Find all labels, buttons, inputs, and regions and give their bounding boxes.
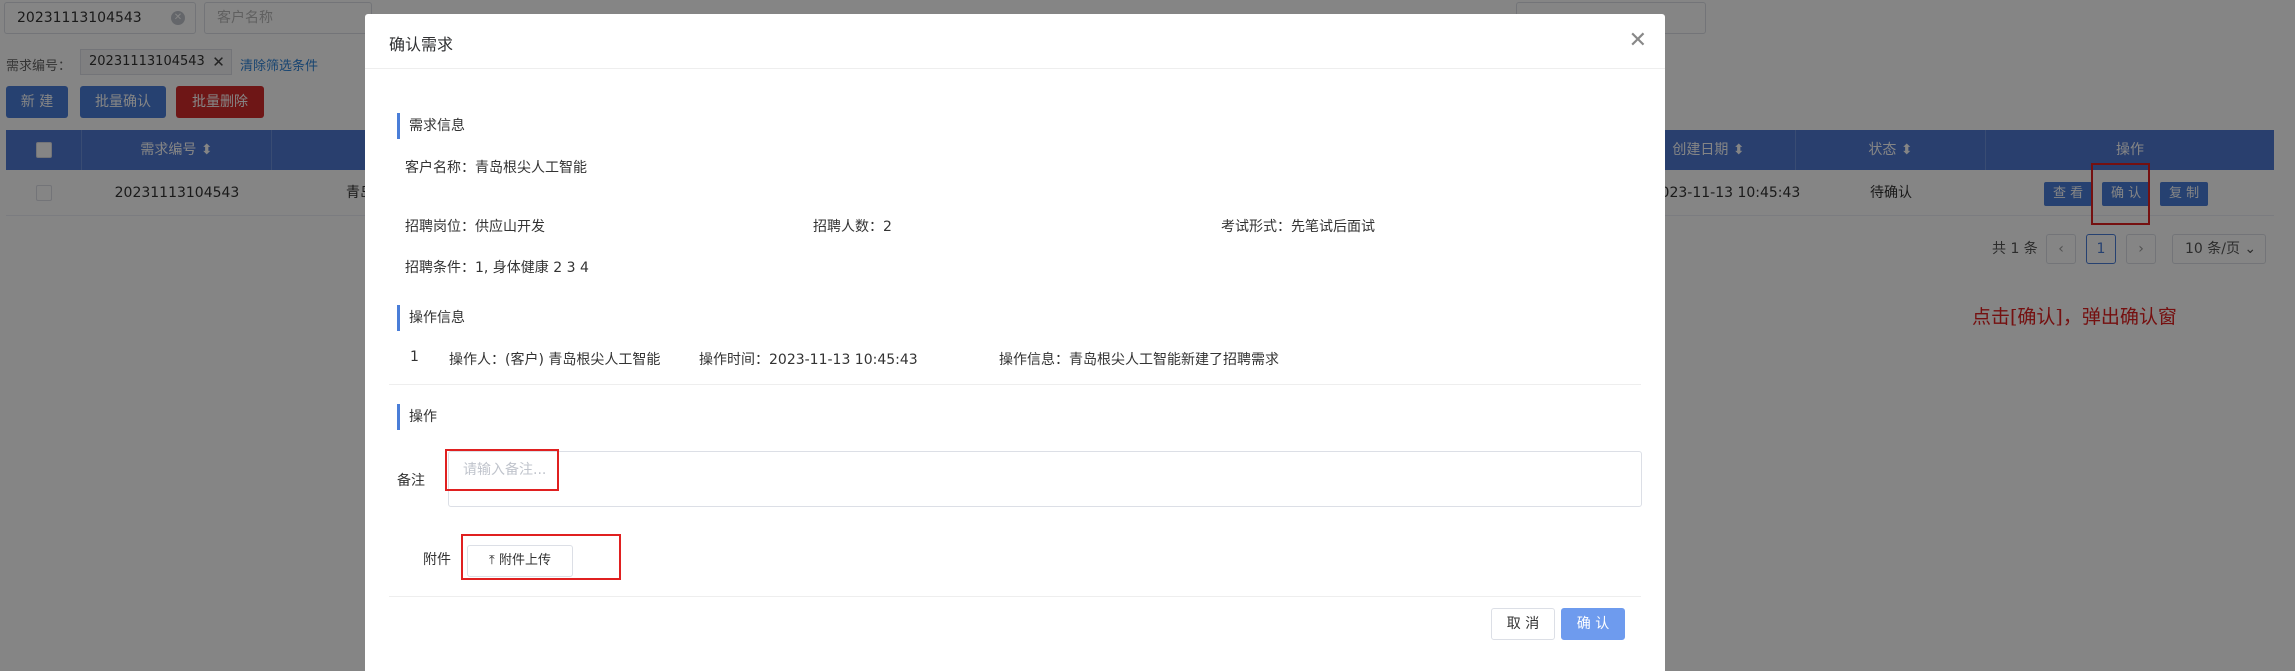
cancel-button[interactable]: 取 消 [1491,608,1555,640]
section-operations: 操作 [397,404,437,430]
req-conditions: 招聘条件：1, 身体健康 2 3 4 [405,260,589,276]
log-index: 1 [410,349,419,365]
section-req-info: 需求信息 [397,113,465,139]
req-customer: 客户名称：青岛根尖人工智能 [405,160,587,176]
req-position: 招聘岗位：供应山开发 [405,219,545,235]
log-operator: 操作人：(客户) 青岛根尖人工智能 [449,352,661,368]
remark-highlight-box [445,449,559,491]
log-time: 操作时间：2023-11-13 10:45:43 [699,352,918,368]
section-op-info: 操作信息 [397,305,465,331]
confirm-button[interactable]: 确 认 [1561,608,1625,640]
remark-textarea[interactable]: 请输入备注... [448,451,1642,507]
dialog-header: 确认需求 ✕ [365,14,1665,69]
log-info: 操作信息：青岛根尖人工智能新建了招聘需求 [999,352,1279,368]
close-icon[interactable]: ✕ [1629,28,1647,53]
req-exam: 考试形式：先笔试后面试 [1221,219,1375,235]
confirm-dialog: 确认需求 ✕ 需求信息 客户名称：青岛根尖人工智能 招聘岗位：供应山开发 招聘人… [365,14,1665,671]
divider [389,384,1641,385]
attach-label: 附件 [423,552,451,568]
req-headcount: 招聘人数：2 [813,219,892,235]
footer-divider [389,596,1641,597]
upload-highlight-box [461,534,621,580]
remark-label: 备注 [397,473,425,489]
dialog-title: 确认需求 [389,35,454,54]
